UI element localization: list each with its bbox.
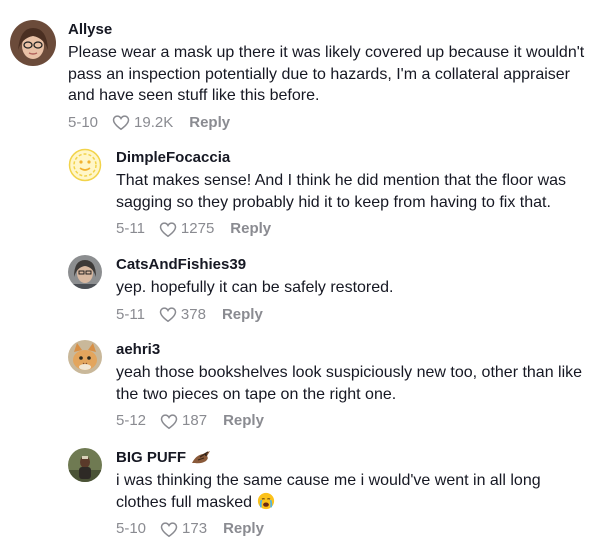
comment-text: Please wear a mask up there it was likel… bbox=[68, 44, 585, 104]
reply-button[interactable]: Reply bbox=[189, 113, 230, 133]
like-count: 19.2K bbox=[134, 113, 174, 131]
comment: Allyse Please wear a mask up there it wa… bbox=[10, 20, 590, 133]
like-button[interactable]: 19.2K bbox=[112, 113, 173, 133]
comment-meta: 5-10 19.2K Reply bbox=[68, 113, 590, 133]
comment-text: yeah those bookshelves look suspiciously… bbox=[116, 364, 583, 403]
comment-date: 5-11 bbox=[116, 220, 145, 237]
reply-button[interactable]: Reply bbox=[223, 519, 264, 539]
comment: DimpleFocaccia That makes sense! And I t… bbox=[68, 148, 593, 239]
username-text: BIG PUFF bbox=[116, 449, 186, 466]
comment: BIG PUFF i was thinking the same cause m… bbox=[68, 448, 593, 539]
comment-date: 5-11 bbox=[116, 305, 145, 323]
comment-meta: 5-10 173 Reply bbox=[116, 519, 593, 539]
heart-outline-icon bbox=[112, 115, 130, 131]
like-count: 187 bbox=[182, 412, 208, 429]
comment-meta: 5-11 1275 Reply bbox=[116, 219, 593, 239]
heart-outline-icon bbox=[160, 413, 178, 429]
like-button[interactable]: 173 bbox=[160, 519, 207, 539]
comment-text-body: i was thinking the same cause me i would… bbox=[116, 472, 541, 511]
avatar[interactable] bbox=[10, 20, 56, 66]
comment-date: 5-12 bbox=[116, 412, 147, 429]
comment-meta: 5-11 378 Reply bbox=[116, 305, 394, 325]
username[interactable]: Allyse bbox=[68, 20, 590, 40]
avatar[interactable] bbox=[68, 255, 102, 289]
comment-text: That makes sense! And I think he did men… bbox=[116, 172, 567, 211]
comment: aehri3 yeah those bookshelves look suspi… bbox=[68, 340, 593, 431]
like-count: 1275 bbox=[180, 220, 215, 237]
username[interactable]: DimpleFocaccia bbox=[116, 148, 593, 168]
like-button[interactable]: 187 bbox=[160, 411, 207, 431]
like-count: 173 bbox=[182, 520, 208, 537]
like-button[interactable]: 378 bbox=[159, 305, 206, 325]
username[interactable]: aehri3 bbox=[116, 340, 593, 360]
heart-outline-icon bbox=[159, 307, 177, 323]
crying-face-emoji bbox=[257, 492, 274, 509]
heart-outline-icon bbox=[159, 221, 177, 237]
reply-button[interactable]: Reply bbox=[230, 219, 271, 239]
comment: CatsAndFishies39 yep. hopefully it can b… bbox=[68, 255, 593, 325]
username[interactable]: CatsAndFishies39 bbox=[116, 255, 394, 275]
reply-button[interactable]: Reply bbox=[223, 411, 264, 431]
username[interactable]: BIG PUFF bbox=[116, 448, 593, 468]
comment-date: 5-10 bbox=[116, 520, 147, 537]
comment-text: i was thinking the same cause me i would… bbox=[116, 470, 593, 513]
reply-button[interactable]: Reply bbox=[222, 305, 263, 325]
heart-outline-icon bbox=[160, 521, 178, 537]
bird-icon bbox=[192, 451, 210, 464]
like-count: 378 bbox=[180, 305, 206, 323]
comment-date: 5-10 bbox=[68, 113, 99, 131]
comment-meta: 5-12 187 Reply bbox=[116, 411, 593, 431]
like-button[interactable]: 1275 bbox=[159, 219, 214, 239]
comment-text: yep. hopefully it can be safely restored… bbox=[116, 279, 394, 296]
avatar[interactable] bbox=[68, 148, 102, 182]
avatar[interactable] bbox=[68, 448, 102, 482]
avatar[interactable] bbox=[68, 340, 102, 374]
